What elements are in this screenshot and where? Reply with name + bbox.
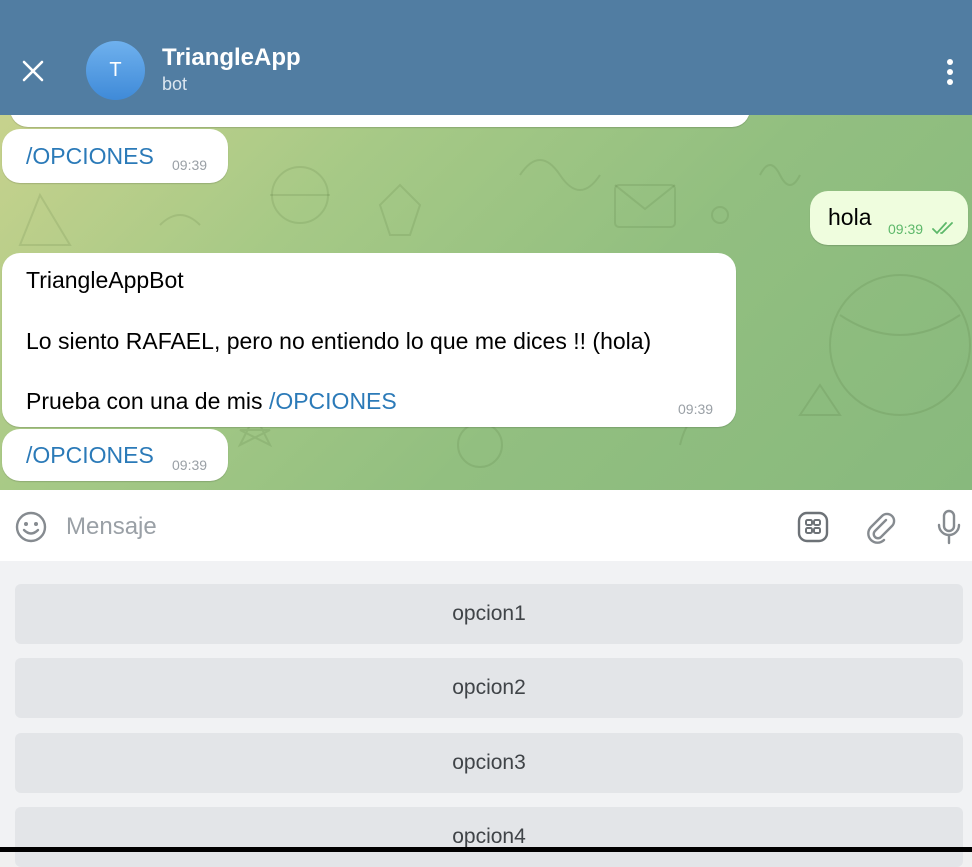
message-bubble-incoming: /OPCIONES 09:39 xyxy=(2,129,228,183)
chat-header: T TriangleApp bot xyxy=(0,0,972,115)
message-text-body: Lo siento RAFAEL, pero no entiendo lo qu… xyxy=(26,328,652,354)
bot-keyboard-icon xyxy=(797,511,829,543)
message-bubble-incoming: /OPCIONES 09:39 xyxy=(2,429,228,481)
chat-area[interactable]: /OPCIONES 09:39 hola 09:39 TriangleAppBo… xyxy=(0,115,972,490)
command-link[interactable]: /OPCIONES xyxy=(26,143,154,170)
message-bubble-outgoing: hola 09:39 xyxy=(810,191,968,245)
message-text: hola xyxy=(828,204,872,230)
avatar[interactable]: T xyxy=(86,41,145,100)
command-link[interactable]: /OPCIONES xyxy=(26,442,154,469)
message-time: 09:39 xyxy=(172,457,208,473)
emoji-icon xyxy=(15,511,47,543)
close-button[interactable] xyxy=(14,52,52,90)
avatar-letter: T xyxy=(109,59,122,81)
message-time: 09:39 xyxy=(172,157,208,173)
keyboard-button-opcion2[interactable]: opcion2 xyxy=(15,658,963,718)
message-input-bar xyxy=(0,490,972,561)
bot-keyboard-button[interactable] xyxy=(794,508,832,546)
keyboard-button-opcion1[interactable]: opcion1 xyxy=(15,584,963,644)
bot-reply-keyboard: opcion1 opcion2 opcion3 opcion4 xyxy=(0,561,972,867)
close-icon xyxy=(22,60,44,82)
menu-button[interactable] xyxy=(934,52,966,92)
paperclip-icon xyxy=(867,512,896,544)
message-text-prefix: Prueba con una de mis xyxy=(26,388,269,414)
emoji-button[interactable] xyxy=(12,508,50,546)
message-input[interactable] xyxy=(64,506,768,548)
double-check-icon xyxy=(932,222,953,235)
keyboard-button-opcion3[interactable]: opcion3 xyxy=(15,733,963,793)
message-bubble-partial xyxy=(10,115,750,127)
chat-subtitle: bot xyxy=(162,74,188,94)
attach-button[interactable] xyxy=(862,508,900,546)
message-time: 09:39 xyxy=(888,221,924,237)
microphone-button[interactable] xyxy=(930,506,968,548)
more-vertical-icon xyxy=(947,59,953,85)
command-link[interactable]: /OPCIONES xyxy=(269,388,397,414)
screen-bottom-edge xyxy=(0,847,972,852)
chat-title[interactable]: TriangleApp xyxy=(162,44,301,72)
message-text-sender: TriangleAppBot xyxy=(26,267,184,293)
keyboard-button-opcion4[interactable]: opcion4 xyxy=(15,807,963,867)
message-bubble-incoming: TriangleAppBot Lo siento RAFAEL, pero no… xyxy=(2,253,736,427)
message-text-suggestion: Prueba con una de mis /OPCIONES xyxy=(26,388,397,415)
microphone-icon xyxy=(937,509,961,545)
message-time: 09:39 xyxy=(678,401,714,417)
